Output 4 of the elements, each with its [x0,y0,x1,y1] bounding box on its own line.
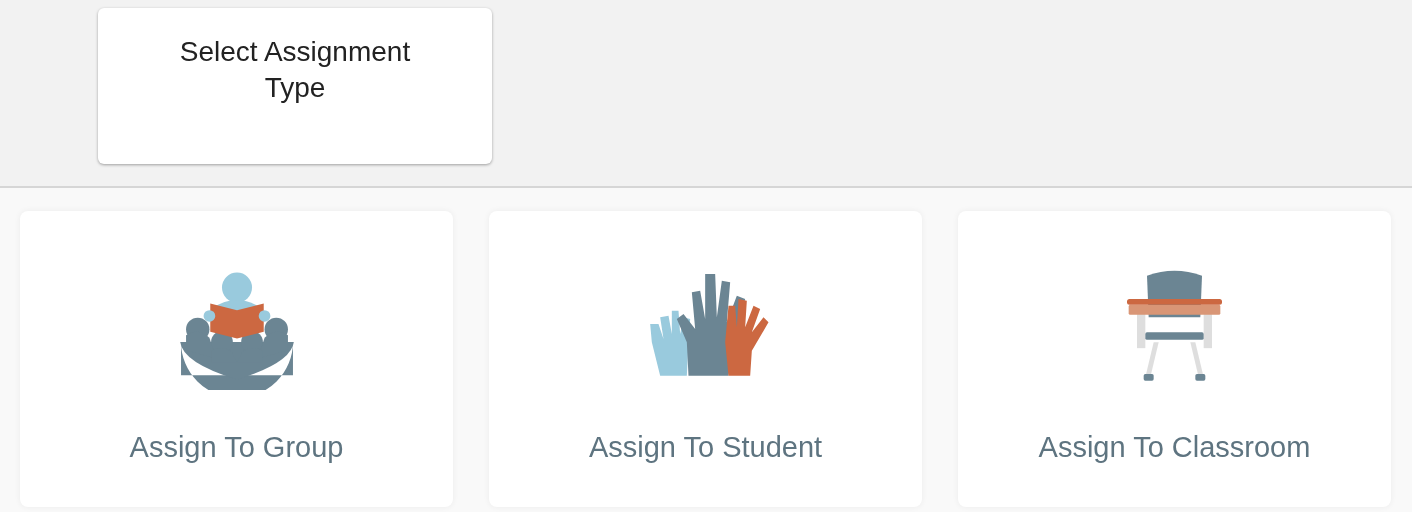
assignment-option-card[interactable]: Assign To Student [489,211,922,507]
assignment-option-card[interactable]: Assign To Classroom [958,211,1391,507]
page-title: Select Assignment Type [178,35,412,105]
assignment-option-card[interactable]: Assign To Group [20,211,453,507]
